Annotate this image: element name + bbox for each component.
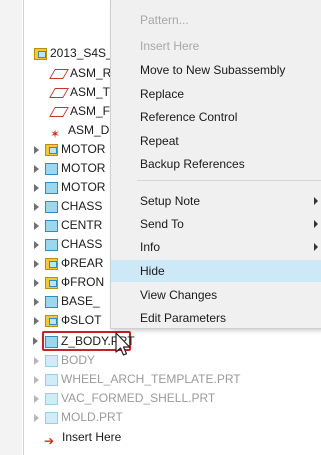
assembly-icon bbox=[34, 47, 47, 60]
menu-item-label: Send To bbox=[140, 217, 184, 231]
expand-arrow-icon[interactable] bbox=[33, 337, 38, 345]
part-icon bbox=[45, 373, 58, 386]
tree-item-label: MOLD.PRT bbox=[61, 410, 123, 424]
expand-arrow-icon[interactable] bbox=[34, 297, 39, 306]
menu-separator bbox=[137, 180, 321, 181]
part-icon bbox=[45, 219, 58, 232]
menu-item-send-to[interactable]: Send To bbox=[111, 213, 321, 235]
part-icon bbox=[45, 335, 58, 348]
tree-item-chassis-1[interactable]: CHASS bbox=[34, 197, 102, 216]
menu-item-repeat[interactable]: Repeat bbox=[111, 130, 321, 152]
tree-item-label: BASE_ bbox=[61, 294, 100, 308]
menu-item-info[interactable]: Info bbox=[111, 236, 321, 258]
tree-item-asm-def-csys[interactable]: ✶ ASM_D bbox=[50, 121, 110, 141]
part-icon bbox=[45, 200, 58, 213]
tree-item-label: ASM_D bbox=[68, 123, 110, 137]
tree-item-motor-3[interactable]: MOTOR bbox=[34, 178, 105, 197]
context-menu: Pattern... Insert Here Move to New Subas… bbox=[110, 0, 321, 329]
submenu-arrow-icon bbox=[314, 220, 318, 228]
submenu-arrow-icon bbox=[314, 197, 318, 205]
menu-item-setup-note[interactable]: Setup Note bbox=[111, 190, 321, 212]
part-icon bbox=[45, 392, 58, 405]
tree-root[interactable]: 2013_S4S_ bbox=[34, 44, 113, 63]
tree-item-motor-2[interactable]: MOTOR bbox=[34, 159, 105, 178]
tree-item-mold[interactable]: MOLD.PRT bbox=[34, 408, 123, 427]
assembly-icon bbox=[45, 257, 58, 270]
expand-arrow-icon[interactable] bbox=[34, 240, 39, 249]
submenu-arrow-icon bbox=[314, 243, 318, 251]
tree-item-insert-here[interactable]: ➔ Insert Here bbox=[44, 428, 122, 448]
expand-arrow-icon[interactable] bbox=[34, 145, 39, 154]
tree-item-motor-1[interactable]: MOTOR bbox=[34, 140, 105, 159]
tree-item-body[interactable]: BODY bbox=[34, 351, 95, 370]
tree-item-label: ASM_F bbox=[70, 104, 111, 118]
assembly-icon bbox=[45, 276, 58, 289]
menu-item-move-to-new-subassembly[interactable]: Move to New Subassembly bbox=[111, 59, 321, 81]
datum-plane-icon bbox=[49, 106, 69, 117]
menu-item-reference-control[interactable]: Reference Control bbox=[111, 106, 321, 128]
expand-arrow-icon[interactable] bbox=[34, 202, 39, 211]
menu-item-label: Info bbox=[140, 240, 161, 254]
menu-item-label: Setup Note bbox=[140, 194, 201, 208]
tree-item-centre[interactable]: CENTR bbox=[34, 216, 102, 235]
menu-item-backup-references[interactable]: Backup References bbox=[111, 153, 321, 175]
expand-arrow-icon[interactable] bbox=[34, 316, 39, 325]
part-icon bbox=[45, 181, 58, 194]
tree-item-wheel-arch[interactable]: WHEEL_ARCH_TEMPLATE.PRT bbox=[34, 370, 241, 389]
tree-item-rear[interactable]: ФREAR bbox=[34, 254, 103, 273]
tree-item-label: MOTOR bbox=[61, 142, 106, 156]
coordinate-system-icon: ✶ bbox=[50, 126, 61, 141]
expand-arrow-icon[interactable] bbox=[34, 375, 39, 384]
tree-item-label: CHASS bbox=[61, 199, 103, 213]
tree-item-asm-front[interactable]: ASM_F bbox=[49, 102, 111, 121]
left-gutter bbox=[0, 0, 22, 455]
expand-arrow-icon[interactable] bbox=[34, 164, 39, 173]
expand-arrow-icon[interactable] bbox=[34, 259, 39, 268]
tree-item-label: CENTR bbox=[61, 218, 103, 232]
expand-arrow-icon[interactable] bbox=[34, 356, 39, 365]
insert-arrow-icon: ➔ bbox=[44, 433, 55, 448]
menu-item-hide[interactable]: Hide bbox=[111, 260, 321, 282]
part-icon bbox=[45, 411, 58, 424]
tree-item-label: BODY bbox=[61, 353, 96, 367]
tree-item-label: ФSLOT bbox=[61, 313, 102, 327]
menu-item-pattern[interactable]: Pattern... bbox=[111, 9, 321, 31]
tree-item-chassis-2[interactable]: CHASS bbox=[34, 235, 102, 254]
tree-item-asm-top[interactable]: ASM_T bbox=[49, 83, 111, 102]
part-icon bbox=[45, 162, 58, 175]
tree-item-label: ASM_T bbox=[70, 85, 111, 99]
tree-item-label: VAC_FORMED_SHELL.PRT bbox=[61, 391, 216, 405]
tree-item-asm-right[interactable]: ASM_R bbox=[49, 64, 112, 83]
menu-item-view-changes[interactable]: View Changes bbox=[111, 284, 321, 306]
tree-item-base[interactable]: BASE_ bbox=[34, 292, 100, 311]
datum-plane-icon bbox=[49, 87, 69, 98]
expand-arrow-icon[interactable] bbox=[34, 221, 39, 230]
tree-item-label: ФREAR bbox=[61, 256, 104, 270]
tree-item-label: Insert Here bbox=[62, 430, 122, 444]
tree-item-vac-formed-shell[interactable]: VAC_FORMED_SHELL.PRT bbox=[34, 389, 215, 408]
assembly-icon bbox=[45, 143, 58, 156]
tree-item-label: CHASS bbox=[61, 237, 103, 251]
tree-item-label: ФFRON bbox=[61, 275, 105, 289]
tree-item-front[interactable]: ФFRON bbox=[34, 273, 104, 292]
datum-plane-icon bbox=[49, 68, 69, 79]
expand-arrow-icon[interactable] bbox=[34, 413, 39, 422]
expand-arrow-icon[interactable] bbox=[34, 278, 39, 287]
tree-item-slot[interactable]: ФSLOT bbox=[34, 311, 101, 330]
tree-item-label: MOTOR bbox=[61, 161, 106, 175]
menu-item-replace[interactable]: Replace bbox=[111, 83, 321, 105]
mouse-pointer-icon bbox=[115, 332, 131, 356]
part-icon bbox=[45, 295, 58, 308]
menu-item-edit-parameters[interactable]: Edit Parameters bbox=[111, 307, 321, 329]
expand-arrow-icon[interactable] bbox=[34, 183, 39, 192]
assembly-icon bbox=[45, 314, 58, 327]
part-icon bbox=[45, 354, 58, 367]
tree-item-label: ASM_R bbox=[70, 66, 112, 80]
expand-arrow-icon[interactable] bbox=[34, 394, 39, 403]
menu-item-insert-here[interactable]: Insert Here bbox=[111, 35, 321, 57]
tree-item-label: WHEEL_ARCH_TEMPLATE.PRT bbox=[61, 372, 241, 386]
tree-root-label: 2013_S4S_ bbox=[50, 46, 113, 60]
tree-item-label: MOTOR bbox=[61, 180, 106, 194]
part-icon bbox=[45, 238, 58, 251]
